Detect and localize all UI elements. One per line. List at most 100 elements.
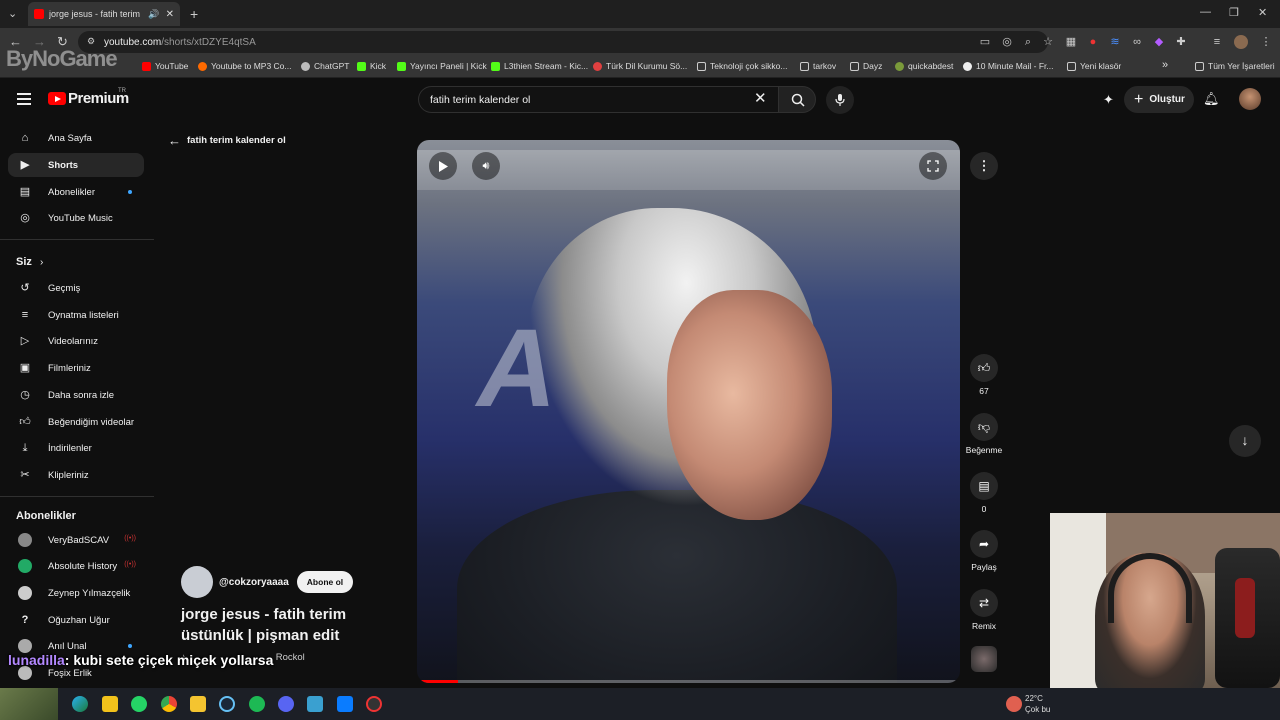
- bookmark-tdk[interactable]: Türk Dil Kurumu Sö...: [593, 61, 687, 71]
- sidebar-item-movies[interactable]: ▣ Filmleriniz: [8, 356, 144, 380]
- share-button[interactable]: ➦ Paylaş: [966, 530, 1002, 572]
- sidebar-item-your-videos[interactable]: ▷ Videolarınız: [8, 329, 144, 353]
- video-title[interactable]: jorge jesus - fatih terim üstünlük | piş…: [181, 604, 401, 646]
- sidebar-item-music[interactable]: ◎ YouTube Music: [8, 206, 144, 230]
- extensions-puzzle-icon[interactable]: ✚: [1174, 35, 1188, 49]
- sidebar-channel-verybadscav[interactable]: VeryBadSCAV ((•)): [8, 528, 144, 552]
- video-progress-bar[interactable]: [417, 680, 960, 683]
- search-button[interactable]: [778, 86, 816, 113]
- sidebar-channel-zeynep[interactable]: Zeynep Yılmazçelik: [8, 581, 144, 605]
- new-tab-button[interactable]: +: [190, 6, 198, 22]
- clear-search-icon[interactable]: ✕: [754, 91, 767, 107]
- channel-name[interactable]: @cokzoryaaaa: [219, 577, 289, 588]
- bookmark-label: Yayıncı Paneli | Kick: [410, 61, 487, 71]
- like-button[interactable]: 👍︎ 67: [966, 354, 1002, 396]
- extension-2-icon[interactable]: ●: [1086, 35, 1100, 49]
- create-button[interactable]: + Oluştur: [1124, 86, 1194, 113]
- notifications-bell-icon[interactable]: 🔔︎: [1203, 91, 1220, 107]
- browser-menu-icon[interactable]: ⋮: [1259, 35, 1273, 49]
- bookmark-mp3[interactable]: Youtube to MP3 Co...: [198, 61, 292, 71]
- voice-search-button[interactable]: [826, 86, 854, 114]
- extension-4-icon[interactable]: ∞: [1130, 35, 1144, 49]
- back-link-label: fatih terim kalender ol: [187, 135, 286, 146]
- bookmark-icon: [301, 61, 310, 71]
- fullscreen-button[interactable]: [919, 152, 947, 180]
- tab-close-icon[interactable]: ✕: [166, 9, 174, 20]
- bookmark-chatgpt[interactable]: ChatGPT: [301, 61, 349, 71]
- remix-button[interactable]: ⇄ Remix: [966, 589, 1002, 631]
- bookmark-folder-yeni[interactable]: Yeni klasör: [1067, 61, 1121, 71]
- taskbar-wallpaper-thumb[interactable]: [0, 688, 58, 720]
- bookmark-star-icon[interactable]: ☆: [1041, 35, 1055, 49]
- search-input[interactable]: fatih terim kalender ol: [418, 86, 780, 113]
- sidebar-channel-oguzhan[interactable]: ? Oğuzhan Uğur: [8, 608, 144, 632]
- extension-5-icon[interactable]: ◆: [1152, 35, 1166, 49]
- sidebar-you-heading[interactable]: Siz ›: [16, 256, 43, 268]
- edge-icon[interactable]: [72, 696, 88, 712]
- bookmark-folder-dayz[interactable]: Dayz: [850, 61, 882, 71]
- weather-widget[interactable]: 22°C Çok bu: [1025, 693, 1050, 715]
- sidebar-channel-absolute-history[interactable]: Absolute History ((•)): [8, 554, 144, 578]
- sound-thumbnail[interactable]: [971, 646, 997, 672]
- whatsapp-icon[interactable]: [131, 696, 147, 712]
- sidebar-item-subscriptions[interactable]: ▤ Abonelikler: [8, 180, 144, 204]
- account-avatar[interactable]: [1239, 88, 1261, 110]
- back-to-search-link[interactable]: ← fatih terim kalender ol: [168, 133, 286, 148]
- profile-avatar[interactable]: [1234, 35, 1248, 49]
- bookmarks-more-button[interactable]: »: [1162, 59, 1168, 71]
- sidebar-item-watch-later[interactable]: ◷ Daha sonra izle: [8, 383, 144, 407]
- minimize-icon[interactable]: —: [1200, 6, 1211, 18]
- notes-icon[interactable]: [102, 696, 118, 712]
- comments-button[interactable]: ▤ 0: [966, 472, 1002, 514]
- sidebar-item-playlists[interactable]: ≡ Oynatma listeleri: [8, 303, 144, 327]
- maximize-icon[interactable]: ❐: [1229, 6, 1239, 19]
- bookmark-quickabdest[interactable]: quickabdest: [895, 61, 953, 71]
- sidebar-item-liked[interactable]: 👍︎ Beğendiğim videolar: [8, 410, 144, 434]
- sidebar-item-shorts[interactable]: ▶ Shorts: [8, 153, 144, 177]
- play-button[interactable]: [429, 152, 457, 180]
- spotify-icon[interactable]: [249, 696, 265, 712]
- bookmark-youtube[interactable]: YouTube: [142, 61, 188, 71]
- reading-list-icon[interactable]: ≡: [1210, 35, 1224, 49]
- next-video-button[interactable]: ↓: [1229, 425, 1261, 457]
- bookmark-l3thien[interactable]: L3thien Stream - Kic...: [491, 61, 588, 71]
- tab-list-button[interactable]: ⌄: [8, 7, 17, 20]
- steam-icon[interactable]: [219, 696, 235, 712]
- eye-off-icon[interactable]: ◎: [1000, 35, 1014, 49]
- bookmark-folder-tarkov[interactable]: tarkov: [800, 61, 836, 71]
- sidebar-item-home[interactable]: ⌂ Ana Sayfa: [8, 126, 144, 150]
- bookmark-kick[interactable]: Kick: [357, 61, 386, 71]
- sidebar-item-label: YouTube Music: [48, 212, 113, 224]
- sidebar-item-downloads[interactable]: ⤓ İndirilenler: [8, 436, 144, 460]
- extension-1-icon[interactable]: ▦: [1064, 35, 1078, 49]
- file-explorer-icon[interactable]: [190, 696, 206, 712]
- shorts-video-player[interactable]: A 🔊︎: [417, 140, 960, 683]
- youtube-logo-icon[interactable]: [48, 92, 66, 105]
- discord-icon[interactable]: [278, 696, 294, 712]
- all-bookmarks-folder[interactable]: Tüm Yer İşaretleri: [1195, 61, 1275, 71]
- app-icon[interactable]: [307, 696, 323, 712]
- extension-3-icon[interactable]: ≋: [1108, 35, 1122, 49]
- sidebar-subscriptions-heading: Abonelikler: [16, 510, 76, 522]
- window-close-icon[interactable]: ✕: [1258, 6, 1267, 19]
- bookmark-10minutemail[interactable]: 10 Minute Mail - Fr...: [963, 61, 1053, 71]
- premium-gem-icon[interactable]: ✦: [1103, 92, 1114, 108]
- menu-hamburger-icon[interactable]: [17, 93, 31, 105]
- subscribe-button[interactable]: Abone ol: [296, 571, 354, 593]
- sidebar-item-history[interactable]: ↺ Geçmiş: [8, 276, 144, 300]
- bookmark-kick-panel[interactable]: Yayıncı Paneli | Kick: [397, 61, 487, 71]
- section-heading-label: Siz: [16, 256, 32, 268]
- address-bar[interactable]: ⚙ youtube.com/shorts/xtDZYE4qtSA: [78, 31, 1048, 53]
- bookmark-folder-teknoloji[interactable]: Teknoloji çok sikko...: [697, 61, 787, 71]
- stream-app-icon[interactable]: [366, 696, 382, 712]
- more-options-icon[interactable]: ⋮: [970, 152, 998, 180]
- dislike-button[interactable]: 👎︎ Beğenme: [958, 413, 1010, 455]
- cast-icon[interactable]: ▭: [978, 35, 992, 49]
- chrome-icon[interactable]: [161, 696, 177, 712]
- browser-tab-active[interactable]: jorge jesus - fatih terim üstü 🔊 ✕: [28, 2, 180, 26]
- volume-button[interactable]: 🔊︎: [472, 152, 500, 180]
- sidebar-item-clips[interactable]: ✂ Klipleriniz: [8, 463, 144, 487]
- channel-avatar[interactable]: [181, 566, 213, 598]
- zoom-icon[interactable]: ⌕: [1021, 35, 1035, 49]
- messenger-icon[interactable]: [337, 696, 353, 712]
